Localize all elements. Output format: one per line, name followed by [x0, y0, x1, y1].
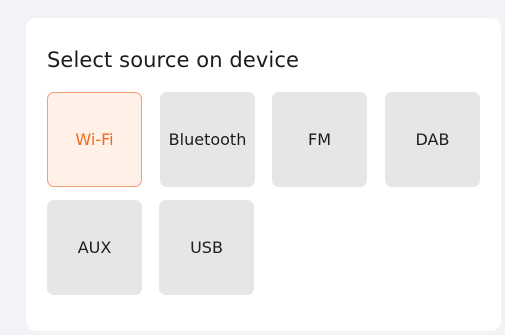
source-button-dab[interactable]: DAB: [385, 92, 480, 187]
source-select-card: Select source on device Wi-Fi Bluetooth …: [26, 18, 501, 331]
panel-title: Select source on device: [47, 48, 299, 72]
source-button-aux[interactable]: AUX: [47, 200, 142, 295]
source-button-usb[interactable]: USB: [159, 200, 254, 295]
source-button-bluetooth[interactable]: Bluetooth: [160, 92, 255, 187]
source-button-wifi[interactable]: Wi-Fi: [47, 92, 142, 187]
source-button-fm[interactable]: FM: [272, 92, 367, 187]
